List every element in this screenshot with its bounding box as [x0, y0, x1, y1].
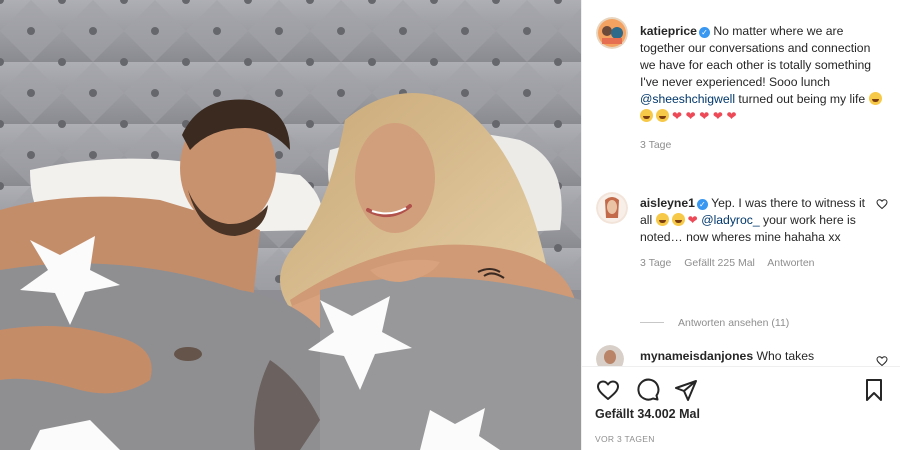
comment-item: aisleyne1 ✓ Yep. I was there to witness i… — [596, 192, 888, 269]
post-photo[interactable] — [0, 0, 581, 450]
avatar-image — [596, 17, 628, 49]
red-heart-emoji-icon: ❤ — [685, 109, 696, 123]
verified-badge-icon: ✓ — [696, 199, 708, 210]
comment-mention-link[interactable]: @ladyroc_ — [701, 213, 759, 227]
comment-item: mynameisdanjones Who takes — [596, 345, 888, 366]
comment-username[interactable]: mynameisdanjones — [640, 349, 753, 363]
red-heart-emoji-icon: ❤ — [712, 109, 724, 123]
verified-badge-icon: ✓ — [698, 27, 710, 38]
laughing-emoji-icon — [868, 92, 882, 105]
comment-avatar[interactable] — [596, 345, 624, 366]
avatar-image — [596, 192, 628, 224]
comment-avatar[interactable] — [596, 192, 628, 224]
instagram-post: katieprice ✓ No matter where we are toget… — [0, 0, 900, 450]
heart-eyes-emoji-icon — [671, 213, 685, 226]
view-replies-button[interactable]: Antworten ansehen (11) — [640, 317, 789, 329]
post-timestamp[interactable]: VOR 3 TAGEN — [595, 434, 655, 444]
caption-text-after: turned out being my life — [738, 92, 866, 106]
replies-divider — [640, 322, 664, 323]
comment-timestamp[interactable]: 3 Tage — [640, 257, 671, 269]
comment-text: Who takes — [756, 349, 815, 363]
red-heart-emoji-icon: ❤ — [687, 213, 698, 227]
photo-couple-in-bed — [0, 0, 581, 450]
laughing-emoji-icon — [655, 213, 669, 226]
laughing-emoji-icon — [656, 109, 669, 122]
caption-username[interactable]: katieprice — [640, 24, 697, 38]
caption-mention-link[interactable]: @sheeshchigwell — [640, 92, 735, 106]
comment-heart-icon[interactable] — [876, 355, 888, 366]
red-heart-emoji-icon: ❤ — [699, 109, 710, 123]
avatar-image — [596, 345, 624, 366]
post-likes-count[interactable]: Gefällt 34.002 Mal — [595, 407, 700, 421]
paper-plane-icon[interactable] — [674, 378, 698, 402]
view-replies-label: Antworten ansehen (11) — [678, 317, 790, 329]
bookmark-icon[interactable] — [862, 378, 886, 402]
comment-heart-icon[interactable] — [876, 198, 888, 210]
comments-scroll-area[interactable]: katieprice ✓ No matter where we are toget… — [582, 0, 900, 366]
post-caption: katieprice ✓ No matter where we are toget… — [596, 17, 888, 151]
laughing-emoji-icon — [640, 109, 653, 122]
comment-reply-button[interactable]: Antworten — [767, 257, 814, 269]
comment-bubble-icon[interactable] — [636, 378, 660, 402]
post-side-panel: katieprice ✓ No matter where we are toget… — [581, 0, 900, 450]
heart-icon[interactable] — [596, 378, 620, 402]
red-heart-emoji-icon: ❤ — [672, 109, 683, 123]
comment-likes-count[interactable]: Gefällt 225 Mal — [684, 257, 755, 269]
red-heart-emoji-icon: ❤ — [726, 109, 737, 123]
comment-username[interactable]: aisleyne1 — [640, 196, 695, 210]
avatar[interactable] — [596, 17, 628, 49]
caption-timestamp[interactable]: 3 Tage — [640, 139, 671, 151]
